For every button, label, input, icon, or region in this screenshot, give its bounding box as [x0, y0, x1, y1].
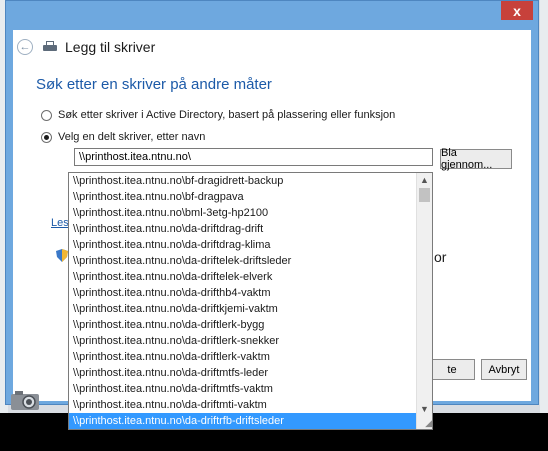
dropdown-item[interactable]: \\printhost.itea.ntnu.no\da-driftmtfs-le… — [69, 365, 417, 381]
dropdown-item[interactable]: \\printhost.itea.ntnu.no\da-drifthb4-vak… — [69, 285, 417, 301]
scroll-down-arrow-icon[interactable]: ▼ — [417, 402, 432, 416]
dropdown-scrollbar[interactable]: ▲ ▼ ◢ — [416, 173, 432, 429]
dropdown-list: \\printhost.itea.ntnu.no\bf-dragidrett-b… — [69, 173, 417, 429]
dropdown-item[interactable]: \\printhost.itea.ntnu.no\da-driftlerk-va… — [69, 349, 417, 365]
close-button[interactable]: x — [501, 1, 533, 20]
wizard-header: ← Legg til skriver — [13, 30, 531, 64]
camera-icon — [11, 391, 39, 410]
help-link[interactable]: Les — [51, 217, 69, 229]
obscured-heading-end: or — [434, 249, 447, 265]
dropdown-item[interactable]: \\printhost.itea.ntnu.no\bml-3etg-hp2100 — [69, 205, 417, 221]
dropdown-item[interactable]: \\printhost.itea.ntnu.no\da-driftmtfs-va… — [69, 381, 417, 397]
wizard-title: Legg til skriver — [65, 39, 156, 55]
dropdown-item[interactable]: \\printhost.itea.ntnu.no\da-driftkjemi-v… — [69, 301, 417, 317]
radio-label: Søk etter skriver i Active Directory, ba… — [58, 109, 396, 121]
dropdown-item[interactable]: \\printhost.itea.ntnu.no\da-driftdrag-kl… — [69, 237, 417, 253]
radio-button-checked[interactable] — [41, 131, 52, 143]
printer-name-input[interactable]: \\printhost.itea.ntnu.no\ — [74, 148, 433, 166]
shield-icon — [56, 249, 68, 262]
radio-label: Velg en delt skriver, etter navn — [58, 131, 206, 143]
dropdown-item[interactable]: \\printhost.itea.ntnu.no\bf-dragpava — [69, 189, 417, 205]
dropdown-item[interactable]: \\printhost.itea.ntnu.no\da-driftelek-dr… — [69, 253, 417, 269]
dropdown-item[interactable]: \\printhost.itea.ntnu.no\bf-dragidrett-b… — [69, 173, 417, 189]
section-title: Søk etter en skriver på andre måter — [36, 76, 272, 93]
cancel-button[interactable]: Avbryt — [481, 359, 527, 380]
dropdown-item[interactable]: \\printhost.itea.ntnu.no\da-driftlerk-sn… — [69, 333, 417, 349]
dropdown-item[interactable]: \\printhost.itea.ntnu.no\da-driftlerk-by… — [69, 317, 417, 333]
desktop-background-right — [540, 0, 548, 451]
back-arrow-icon[interactable]: ← — [17, 39, 33, 55]
dropdown-item[interactable]: \\printhost.itea.ntnu.no\da-driftelek-el… — [69, 269, 417, 285]
dropdown-item[interactable]: \\printhost.itea.ntnu.no\da-driftdrag-dr… — [69, 221, 417, 237]
radio-button[interactable] — [41, 109, 52, 121]
browse-button[interactable]: Bla gjennom... — [440, 147, 512, 171]
dropdown-item[interactable]: \\printhost.itea.ntnu.no\da-driftrfb-dri… — [69, 413, 417, 429]
scroll-up-arrow-icon[interactable]: ▲ — [417, 173, 432, 187]
autocomplete-dropdown[interactable]: \\printhost.itea.ntnu.no\bf-dragidrett-b… — [68, 172, 433, 430]
scroll-thumb[interactable] — [419, 188, 430, 202]
resize-grip-icon[interactable]: ◢ — [417, 416, 432, 429]
radio-shared-printer-name[interactable]: Velg en delt skriver, etter navn — [41, 131, 205, 143]
printer-icon — [43, 41, 57, 53]
dropdown-item[interactable]: \\printhost.itea.ntnu.no\da-driftmti-vak… — [69, 397, 417, 413]
next-button[interactable]: te — [429, 359, 475, 380]
radio-active-directory[interactable]: Søk etter skriver i Active Directory, ba… — [41, 109, 395, 121]
